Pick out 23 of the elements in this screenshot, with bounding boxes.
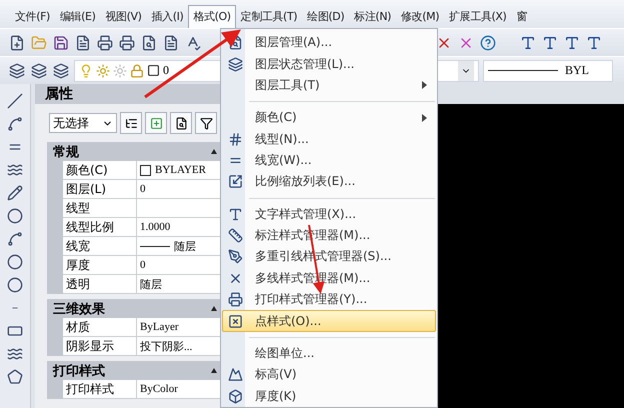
property-value: 0: [137, 180, 221, 199]
property-name: 材质: [63, 318, 137, 337]
property-value: 随层: [137, 275, 221, 294]
panel-title: 属性: [35, 84, 221, 104]
property-value: BYLAYER: [137, 161, 221, 180]
property-name: 图层(L): [63, 180, 137, 199]
group-title: 打印样式: [53, 362, 105, 380]
property-name: 线型比例: [63, 218, 137, 237]
property-value: ByColor: [137, 380, 221, 399]
property-name: 颜色(C): [63, 161, 137, 180]
property-name: 透明: [63, 275, 137, 294]
group-title: 三维效果: [53, 300, 105, 318]
property-value: 1.0000: [137, 218, 221, 237]
property-name: 线型: [63, 199, 137, 218]
property-value: 随层: [137, 237, 221, 256]
property-name: 阴影显示: [63, 337, 137, 356]
group-title: 常规: [53, 144, 79, 160]
property-name: 打印样式: [63, 380, 137, 399]
property-value: 0: [137, 256, 221, 275]
property-name: 线宽: [63, 237, 137, 256]
property-name: 厚度: [63, 256, 137, 275]
property-value: 投下阴影...: [137, 337, 221, 356]
property-value: ByLayer: [137, 318, 221, 337]
